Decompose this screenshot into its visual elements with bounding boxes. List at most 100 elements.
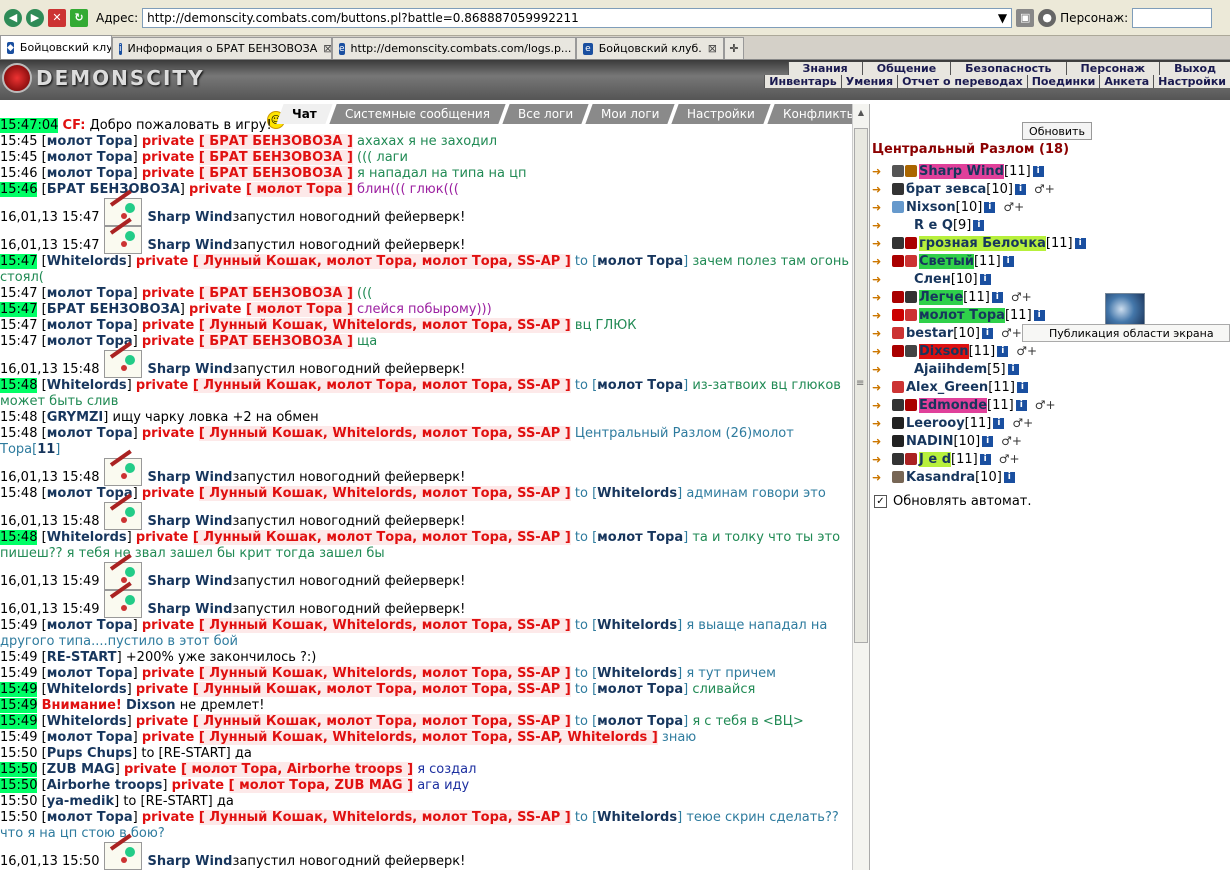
private-arrow-icon[interactable]: ➜ — [872, 291, 888, 304]
chat-to-user[interactable]: молот Тора — [597, 714, 683, 729]
user-name[interactable]: Ajaiihdem — [914, 362, 987, 377]
chat-to-user[interactable]: молот Тора — [597, 530, 683, 545]
game-menu-item[interactable]: Инвентарь — [764, 75, 840, 88]
user-name[interactable]: Светый — [919, 253, 974, 269]
info-icon[interactable]: i — [1015, 399, 1027, 411]
private-arrow-icon[interactable]: ➜ — [872, 435, 888, 448]
chat-user[interactable]: Pups Chups — [47, 746, 132, 761]
user-row[interactable]: ➜ Sharp Wind [11] i — [872, 162, 1230, 180]
add-friend-icon[interactable]: ♂+ — [1035, 398, 1056, 412]
chat-private[interactable]: private [ Лунный Кошак, молот Тора, моло… — [136, 714, 571, 729]
info-icon[interactable]: i — [991, 291, 1003, 303]
chat-private[interactable]: private [ БРАТ БЕНЗОВОЗА ] — [142, 286, 353, 301]
chat-time[interactable]: 15:47 — [0, 286, 37, 301]
user-name[interactable]: Легче — [919, 289, 964, 305]
chat-private[interactable]: private [ БРАТ БЕНЗОВОЗА ] — [142, 134, 353, 149]
private-arrow-icon[interactable]: ➜ — [872, 399, 888, 412]
chat-time[interactable]: 15:50 — [0, 810, 37, 825]
chat-time[interactable]: 15:46 — [0, 182, 38, 197]
user-row[interactable]: ➜ Leerooy [11] i ♂+ — [872, 414, 1230, 432]
chat-time[interactable]: 15:45 — [0, 150, 37, 165]
chat-user[interactable]: Sharp Wind — [148, 238, 233, 254]
user-row[interactable]: ➜ R e Q [9] i — [872, 216, 1230, 234]
info-icon[interactable]: i — [973, 219, 985, 231]
close-icon[interactable]: ⊠ — [323, 42, 331, 55]
chat-to-user[interactable]: Whitelords — [597, 666, 677, 681]
chat-user[interactable]: молот Тора — [47, 666, 133, 681]
chat-private[interactable]: private [ Лунный Кошак, Whitelords, моло… — [142, 486, 571, 501]
user-name[interactable]: R e Q — [914, 218, 953, 233]
chat-private[interactable]: private [ молот Тора ] — [189, 302, 353, 317]
chat-time[interactable]: 15:48 — [0, 378, 38, 393]
private-arrow-icon[interactable]: ➜ — [872, 309, 888, 322]
add-friend-icon[interactable]: ♂+ — [999, 452, 1020, 466]
user-row[interactable]: ➜ Светый [11] i — [872, 252, 1230, 270]
chat-private[interactable]: private [ молот Тора ] — [189, 182, 353, 197]
chat-time[interactable]: 15:47 — [0, 254, 38, 269]
game-menu-item[interactable]: Безопасность — [950, 62, 1065, 75]
chat-user[interactable]: молот Тора — [47, 286, 133, 301]
game-menu-item[interactable]: Общение — [861, 62, 950, 75]
chat-user[interactable]: Sharp Wind — [148, 574, 233, 590]
chat-user[interactable]: БРАТ БЕНЗОВОЗА — [47, 302, 180, 317]
info-icon[interactable]: i — [982, 435, 994, 447]
chat-user[interactable]: ya-medik — [47, 794, 114, 809]
chat-user[interactable]: GRYMZI — [47, 410, 104, 425]
auto-refresh-checkbox[interactable]: ✓ — [874, 495, 887, 508]
private-arrow-icon[interactable]: ➜ — [872, 255, 888, 268]
private-arrow-icon[interactable]: ➜ — [872, 381, 888, 394]
go-icon[interactable]: ▣ — [1016, 8, 1035, 27]
chat-private[interactable]: private [ молот Тора, ZUB MAG ] — [172, 778, 414, 793]
chat-time[interactable]: 15:50 — [0, 794, 37, 809]
chat-private[interactable]: private [ Лунный Кошак, молот Тора, моло… — [136, 530, 571, 545]
chat-user[interactable]: Whitelords — [47, 254, 127, 269]
users-icon[interactable]: ● — [1038, 8, 1057, 27]
game-menu-item[interactable]: Знания — [787, 62, 862, 75]
chat-user[interactable]: Sharp Wind — [148, 362, 233, 378]
chat-user[interactable]: Whitelords — [47, 530, 127, 545]
chat-time[interactable]: 15:47 — [0, 334, 37, 349]
info-icon[interactable]: i — [1014, 183, 1026, 195]
game-menu-item[interactable]: Настройки — [1153, 75, 1230, 88]
chat-user[interactable]: ZUB MAG — [47, 762, 115, 777]
browser-tab-2[interactable]: i Информация о БРАТ БЕНЗОВОЗА ⊠ — [112, 37, 332, 59]
chat-time[interactable]: 15:47 — [0, 318, 37, 333]
chat-private[interactable]: private [ Лунный Кошак, Whitelords, моло… — [142, 618, 571, 633]
game-menu-item[interactable]: Анкета — [1099, 75, 1153, 88]
game-menu-item[interactable]: Поединки — [1026, 75, 1100, 88]
chat-time[interactable]: 15:49 — [0, 650, 37, 665]
info-icon[interactable]: i — [993, 417, 1005, 429]
private-arrow-icon[interactable]: ➜ — [872, 183, 888, 196]
info-icon[interactable]: i — [981, 327, 993, 339]
chat-user[interactable]: молот Тора — [47, 166, 133, 181]
chat-private[interactable]: private [ БРАТ БЕНЗОВОЗА ] — [142, 150, 353, 165]
game-menu-item[interactable]: Выход — [1159, 62, 1230, 75]
chat-user[interactable]: Airborhe troops — [47, 778, 163, 793]
chat-to-user[interactable]: молот Тора — [597, 682, 683, 697]
add-friend-icon[interactable]: ♂+ — [1003, 200, 1024, 214]
user-row[interactable]: ➜ Alex_Green [11] i — [872, 378, 1230, 396]
chat-user[interactable]: Whitelords — [47, 714, 127, 729]
new-tab-button[interactable]: ✛ — [724, 37, 744, 59]
chat-private[interactable]: private [ Лунный Кошак, Whitelords, моло… — [142, 666, 571, 681]
user-row[interactable]: ➜ Dixson [11] i ♂+ — [872, 342, 1230, 360]
private-arrow-icon[interactable]: ➜ — [872, 417, 888, 430]
add-friend-icon[interactable]: ♂+ — [1034, 182, 1055, 196]
info-icon[interactable]: i — [984, 201, 996, 213]
info-icon[interactable]: i — [1007, 363, 1019, 375]
user-name[interactable]: Kasandra — [906, 470, 975, 485]
private-arrow-icon[interactable]: ➜ — [872, 219, 888, 232]
add-friend-icon[interactable]: ♂+ — [1012, 416, 1033, 430]
chat-time[interactable]: 15:49 — [0, 714, 38, 729]
info-icon[interactable]: i — [1032, 165, 1044, 177]
user-name[interactable]: J e d — [919, 451, 952, 467]
user-row[interactable]: ➜ Kasandra [10] i — [872, 468, 1230, 486]
chat-user[interactable]: Sharp Wind — [148, 514, 233, 530]
user-name[interactable]: Sharp Wind — [919, 163, 1004, 179]
user-name[interactable]: брат зевса — [906, 182, 986, 197]
info-icon[interactable]: i — [979, 453, 991, 465]
chat-time[interactable]: 15:48 — [0, 486, 37, 501]
chat-user[interactable]: молот Тора — [47, 150, 133, 165]
chat-private[interactable]: private [ Лунный Кошак, молот Тора, моло… — [136, 378, 571, 393]
close-icon[interactable]: ⊠ — [708, 42, 717, 55]
